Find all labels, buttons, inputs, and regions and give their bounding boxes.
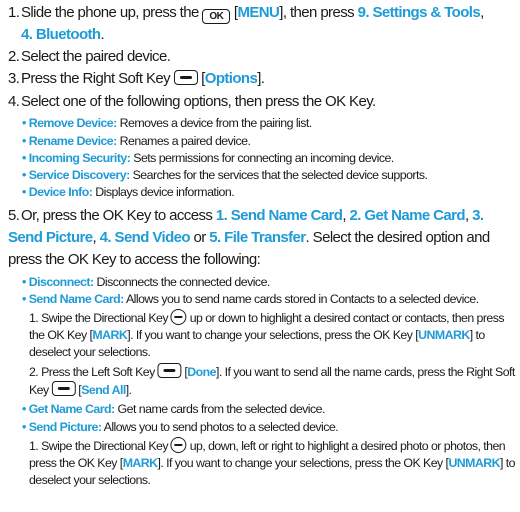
substep-text: ]. If you want to change your selections… — [157, 456, 449, 471]
option-desc: Searches for the services that the selec… — [132, 168, 428, 182]
substep-text: ]. If you want to change your selections… — [127, 328, 419, 343]
menu-label: MENU — [237, 4, 280, 21]
option-item: Remove Device: Removes a device from the… — [22, 115, 514, 132]
option-desc: Displays device information. — [95, 185, 235, 199]
file-transfer-label: 5. File Transfer — [209, 229, 306, 246]
substep-send-name-card-2: 2. Press the Left Soft Key [Done]. If yo… — [29, 363, 515, 399]
directional-key-icon — [170, 437, 187, 453]
send-video-label: 4. Send Video — [99, 229, 191, 246]
step-text: ], then press — [279, 4, 354, 21]
option-item: Incoming Security: Sets permissions for … — [22, 150, 514, 167]
step-1: 1. Slide the phone up, press the OK [MENU… — [8, 2, 514, 46]
option-label: Get Name Card: — [22, 402, 115, 416]
step-2: 2. Select the paired device. — [8, 46, 514, 68]
step-text: or — [193, 229, 207, 246]
step-5: 5. Or, press the OK Key to access 1. Send… — [8, 205, 514, 271]
option-desc: Get name cards from the selected device. — [117, 402, 326, 416]
option-item: Rename Device: Renames a paired device. — [22, 133, 514, 150]
option-label: Service Discovery: — [22, 168, 130, 182]
substep-text: Swipe the Directional Key — [41, 311, 168, 325]
option-desc: Disconnects the connected device. — [96, 275, 270, 289]
manual-page: 1. Slide the phone up, press the OK [MENU… — [0, 0, 520, 512]
substep-number: 1. — [28, 439, 39, 453]
step-3: 3. Press the Right Soft Key [Options]. — [8, 68, 514, 90]
step-text: Select one of the following options, the… — [21, 93, 376, 110]
option-desc: Sets permissions for connecting an incom… — [133, 151, 394, 165]
mark-label: MARK — [92, 328, 128, 343]
step-number: 2. — [8, 48, 20, 65]
substep-send-picture-1: 1. Swipe the Directional Key up, down, l… — [28, 437, 516, 490]
option-label: Disconnect: — [22, 275, 94, 289]
option-label: Send Picture: — [22, 420, 102, 434]
substep-text: Press the Left Soft Key — [41, 365, 155, 379]
unmark-label: UNMARK — [448, 456, 501, 471]
option-label: Incoming Security: — [22, 151, 131, 165]
options-label: Options — [204, 70, 258, 87]
directional-key-icon — [170, 309, 187, 325]
send-all-label: Send All — [81, 383, 126, 398]
comma: , — [464, 207, 469, 224]
comma: , — [92, 229, 97, 246]
step-4: 4. Select one of the following options, t… — [8, 91, 514, 113]
option-desc: Renames a paired device. — [119, 134, 251, 148]
option-item: Send Name Card: Allows you to send name … — [22, 291, 514, 308]
send-name-card-label: 1. Send Name Card — [215, 207, 343, 224]
option-label: Send Name Card: — [22, 292, 124, 306]
right-soft-key-icon — [173, 70, 198, 85]
bracket: ]. — [125, 383, 132, 398]
comma: , — [342, 207, 346, 224]
settings-tools-label: 9. Settings & Tools — [357, 4, 481, 21]
ok-key-icon: OK — [202, 9, 231, 24]
option-item: Disconnect: Disconnects the connected de… — [22, 274, 514, 291]
period: . — [100, 26, 105, 43]
right-soft-key-icon — [51, 381, 76, 397]
option-item: Service Discovery: Searches for the serv… — [22, 167, 514, 184]
step-text: Press the Right Soft Key — [21, 70, 171, 87]
get-name-card-label: 2. Get Name Card — [349, 207, 466, 224]
option-desc: Allows you to send photos to a selected … — [103, 420, 339, 434]
option-item: Device Info: Displays device information… — [22, 184, 514, 201]
option-label: Rename Device: — [22, 134, 117, 148]
option-item: Send Picture: Allows you to send photos … — [22, 419, 514, 436]
mark-label: MARK — [122, 456, 158, 471]
comma: , — [480, 4, 484, 21]
step-number: 5. — [8, 207, 20, 224]
substep-text: Swipe the Directional Key — [41, 439, 168, 453]
substep-send-name-card-1: 1. Swipe the Directional Key up or down … — [29, 309, 515, 362]
substep-number: 2. — [28, 365, 39, 379]
step-text: Select the paired device. — [21, 48, 171, 65]
bluetooth-label: 4. Bluetooth — [21, 26, 101, 43]
step-text: Slide the phone up, press the — [21, 4, 199, 21]
option-label: Device Info: — [22, 185, 93, 199]
step-number: 1. — [8, 4, 20, 21]
option-desc: Allows you to send name cards stored in … — [125, 292, 479, 306]
substep-number: 1. — [28, 311, 39, 325]
option-desc: Removes a device from the pairing list. — [119, 116, 313, 130]
step-number: 3. — [8, 70, 20, 87]
option-label: Remove Device: — [22, 116, 117, 130]
done-label: Done — [187, 365, 216, 379]
step-number: 4. — [8, 93, 20, 110]
unmark-label: UNMARK — [418, 328, 470, 343]
left-soft-key-icon — [157, 363, 182, 378]
option-item: Get Name Card: Get name cards from the s… — [22, 401, 514, 418]
step-text: Or, press the OK Key to access — [21, 207, 213, 224]
bracket: ]. — [257, 70, 265, 87]
